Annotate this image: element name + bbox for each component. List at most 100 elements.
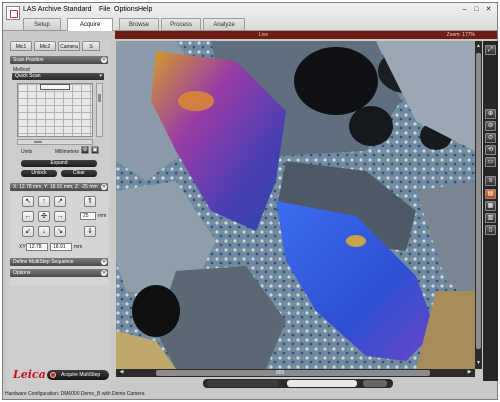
scroll-down-icon[interactable]: ▼ (475, 360, 482, 367)
leica-logo: Leica (13, 368, 46, 381)
arrow-down-left-icon[interactable]: ↙ (22, 226, 34, 237)
scroll-left-icon[interactable]: ◀ (118, 369, 125, 376)
tab-acquire[interactable]: Acquire (67, 18, 113, 31)
units-label: Units (21, 149, 33, 155)
expand-view-icon[interactable]: ⤢ (485, 45, 496, 55)
tab-mic2[interactable]: Mic2 (34, 41, 56, 51)
acquire-multistep-label: Acquire MultiStep (61, 372, 101, 378)
method-select[interactable]: Quick Scan (12, 73, 104, 80)
overlay-icon[interactable]: ▭ (485, 157, 496, 167)
rotate-icon[interactable]: ⟲ (485, 145, 496, 155)
app-icon (6, 6, 20, 20)
x-field[interactable]: 12.78 (26, 243, 48, 251)
record-icon (50, 372, 56, 378)
xy-unit: mm (74, 244, 83, 250)
arrow-up-right-icon[interactable]: ↗ (54, 196, 66, 207)
histogram-icon[interactable]: ▤ (485, 189, 496, 199)
y-field[interactable]: 18.91 (50, 243, 72, 251)
scan-grid[interactable] (17, 83, 93, 137)
collapse-icon[interactable]: ✕ (101, 184, 107, 190)
scroll-right-icon[interactable]: ▶ (466, 369, 473, 376)
left-panel: Mic1 Mic2 Camera S Scan Position ✕ Metho… (7, 40, 111, 393)
options-header[interactable]: Options ✕ (10, 269, 108, 277)
center-icon[interactable]: ✣ (38, 211, 50, 222)
vertical-scroll-thumb[interactable] (476, 53, 481, 349)
scroll-up-icon[interactable]: ▲ (475, 43, 482, 50)
status-bar: Hardware Configuration: DM6000 Demo_B wi… (5, 391, 145, 397)
clear-button[interactable]: Clear (61, 170, 97, 177)
tab-s[interactable]: S (82, 41, 100, 51)
xy-header[interactable]: X: 12.78 mm, Y: 18.91 mm, Z: -25 mm ✕ (10, 183, 108, 191)
z-unit: mm (98, 213, 107, 219)
menu-help[interactable]: Help (138, 6, 152, 13)
units-value[interactable]: Millimeters (55, 149, 79, 155)
bottom-select-right[interactable] (287, 380, 357, 387)
scroll-grip-label: 888 (276, 370, 285, 376)
module-tabs: Mic1 Mic2 Camera S (7, 40, 111, 51)
options-title: Options (13, 270, 31, 276)
grid-horizontal-scroll[interactable] (17, 139, 93, 145)
multistep-title: Define MultiStep Sequence (13, 259, 74, 265)
bottom-action-button[interactable] (363, 380, 387, 387)
title-bar: LAS Archive Standard File Options Help –… (3, 3, 497, 31)
live-image-view[interactable] (116, 41, 475, 369)
app-window: LAS Archive Standard File Options Help –… (2, 2, 498, 400)
thin-section-image (116, 41, 475, 369)
z-down-icon[interactable]: ⇓ (84, 226, 96, 237)
arrow-right-icon[interactable]: → (54, 211, 66, 222)
live-label: Live (259, 32, 269, 38)
unlock-button[interactable]: Unlock (21, 170, 57, 177)
z-up-icon[interactable]: ⇑ (84, 196, 96, 207)
z-field[interactable]: 25 (80, 212, 96, 220)
maximize-icon[interactable]: □ (472, 6, 481, 14)
tab-analyze[interactable]: Analyze (203, 18, 245, 30)
xy-position-readout: X: 12.78 mm, Y: 18.91 mm, Z: -25 mm (13, 184, 98, 190)
units-lock-icon[interactable]: ▣ (91, 146, 99, 154)
zoom-out-icon[interactable]: ⊖ (485, 121, 496, 131)
zoom-fit-icon[interactable]: ⊙ (485, 133, 496, 143)
minimize-icon[interactable]: – (460, 6, 469, 14)
collapse-icon[interactable]: ✕ (101, 57, 107, 63)
zoom-label: Zoom: 177% (446, 32, 475, 38)
live-bar: Live Zoom: 177% (115, 31, 497, 39)
image-vertical-scroll[interactable]: ▲ ▼ (475, 41, 482, 369)
collapse-icon[interactable]: ✕ (101, 270, 107, 276)
zoom-in-icon[interactable]: ⊕ (485, 109, 496, 119)
scan-position-title: Scan Position (13, 57, 44, 63)
image-horizontal-scroll[interactable]: ◀ 888 ▶ (116, 369, 475, 377)
arrow-left-icon[interactable]: ← (22, 211, 34, 222)
grid-vertical-scroll[interactable] (96, 83, 103, 137)
window-controls: – □ ✕ (460, 6, 493, 14)
tab-setup[interactable]: Setup (23, 18, 61, 30)
tab-process[interactable]: Process (161, 18, 201, 30)
acquire-multistep-button[interactable]: Acquire MultiStep (47, 370, 109, 380)
layout-icon[interactable]: ▥ (485, 213, 496, 223)
arrow-up-left-icon[interactable]: ↖ (22, 196, 34, 207)
expand-button[interactable]: Expand (21, 160, 97, 167)
tab-browse[interactable]: Browse (119, 18, 159, 30)
app-title: LAS Archive Standard (23, 6, 92, 13)
multistep-header[interactable]: Define MultiStep Sequence ✕ (10, 258, 108, 266)
scan-region-marker[interactable] (40, 84, 70, 90)
tab-mic1[interactable]: Mic1 (10, 41, 32, 51)
vertical-scroll-thumb[interactable] (98, 94, 101, 102)
horizontal-scroll-thumb[interactable] (156, 370, 430, 376)
list-icon[interactable]: ≡ (485, 176, 496, 186)
close-icon[interactable]: ✕ (484, 6, 493, 14)
grid-icon[interactable]: ▦ (485, 201, 496, 211)
xy-label: XY (19, 244, 26, 250)
panel-icon[interactable]: ▯ (485, 225, 496, 235)
right-toolbar: ⤢ ⊕ ⊖ ⊙ ⟲ ▭ ≡ ▤ ▦ ▥ ▯ (483, 41, 498, 381)
menu-file[interactable]: File (99, 6, 110, 13)
arrow-up-icon[interactable]: ↑ (38, 196, 50, 207)
horizontal-scroll-thumb[interactable] (34, 141, 42, 143)
scan-position-header[interactable]: Scan Position ✕ (10, 56, 108, 64)
arrow-down-right-icon[interactable]: ↘ (54, 226, 66, 237)
arrow-down-icon[interactable]: ↓ (38, 226, 50, 237)
units-settings-icon[interactable]: ⚙ (81, 146, 89, 154)
bottom-select-left[interactable] (207, 380, 279, 387)
menu-options[interactable]: Options (114, 6, 138, 13)
bottom-control-bar (203, 379, 393, 388)
collapse-icon[interactable]: ✕ (101, 259, 107, 265)
tab-camera[interactable]: Camera (58, 41, 80, 51)
